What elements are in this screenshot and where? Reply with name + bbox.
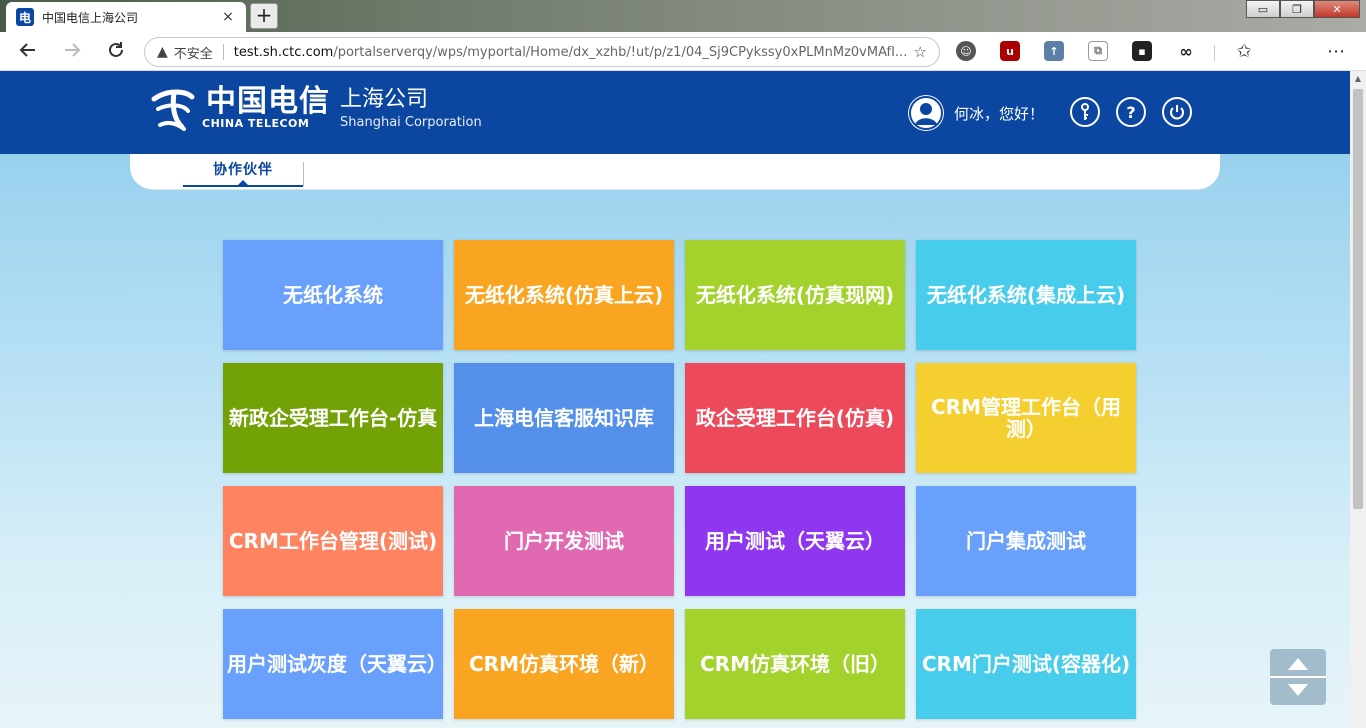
china-telecom-mark-icon — [148, 85, 198, 135]
url-host: test.sh.ctc.com — [233, 44, 334, 60]
browser-toolbar: ▲ 不安全 test.sh.ctc.com/portalserverqy/wps… — [0, 32, 1366, 71]
help-icon[interactable]: ? — [1116, 97, 1146, 127]
logo-text: 中国电信 CHINA TELECOM — [198, 84, 330, 131]
company-chinese: 上海公司 — [340, 87, 429, 112]
app-tile[interactable]: CRM管理工作台（用测） — [916, 363, 1136, 473]
scroll-widget — [1270, 649, 1326, 705]
face-extension-icon[interactable]: ☺ — [956, 41, 976, 61]
scrollbar-thumb[interactable] — [1353, 89, 1363, 509]
company-english: Shanghai Corporation — [340, 115, 482, 130]
back-arrow-icon[interactable] — [16, 40, 40, 64]
app-tile[interactable]: 门户集成测试 — [916, 486, 1136, 596]
upload-icon[interactable]: ↑ — [1044, 41, 1064, 61]
restore-button[interactable]: ❐ — [1280, 0, 1314, 18]
china-telecom-favicon-icon: 电 — [16, 8, 34, 26]
url-path: /portalserverqy/wps/myportal/Home/dx_xzh… — [333, 44, 908, 60]
app-tile[interactable]: CRM仿真环境（旧） — [685, 609, 905, 719]
key-icon[interactable] — [1070, 97, 1100, 127]
favorites-icon[interactable]: ✩ — [1232, 40, 1256, 64]
omnibox-divider — [222, 44, 224, 60]
window-controls: ▭ ❐ ✕ — [1246, 0, 1360, 18]
active-tab-caret-icon — [238, 180, 248, 185]
app-tile[interactable]: 上海电信客服知识库 — [454, 363, 674, 473]
tab-title: 中国电信上海公司 — [42, 10, 139, 25]
nav-divider — [303, 162, 304, 186]
app-tile[interactable]: CRM工作台管理(测试) — [223, 486, 443, 596]
logo-english: CHINA TELECOM — [202, 117, 310, 130]
page-scrollbar[interactable]: ▲ — [1350, 71, 1366, 728]
power-icon[interactable] — [1162, 97, 1192, 127]
minimize-button[interactable]: ▭ — [1246, 0, 1280, 18]
app-tile[interactable]: 门户开发测试 — [454, 486, 674, 596]
app-tile[interactable]: 用户测试灰度（天翼云） — [223, 609, 447, 719]
app-tile[interactable]: 政企受理工作台(仿真) — [685, 363, 905, 473]
scroll-down-icon[interactable] — [1288, 684, 1308, 696]
china-telecom-logo[interactable]: 中国电信 CHINA TELECOM 上海公司 Shanghai Corpora… — [148, 85, 482, 135]
app-tile[interactable]: CRM门户测试(容器化) — [916, 609, 1136, 719]
reload-icon[interactable] — [104, 40, 128, 64]
close-tab-icon[interactable]: × — [220, 9, 236, 25]
browser-tab[interactable]: 电 中国电信上海公司 × — [6, 2, 246, 32]
page-viewport: 中国电信 CHINA TELECOM 上海公司 Shanghai Corpora… — [0, 71, 1350, 728]
app-tile[interactable]: 无纸化系统(仿真现网) — [685, 240, 905, 350]
user-greeting: 何冰，您好！ — [954, 104, 1045, 123]
new-tab-button[interactable]: + — [250, 3, 278, 29]
app-tile[interactable]: 无纸化系统(仿真上云) — [454, 240, 674, 350]
warning-icon: ▲ — [157, 44, 168, 60]
address-bar[interactable]: ▲ 不安全 test.sh.ctc.com/portalserverqy/wps… — [144, 37, 940, 67]
app-tile[interactable]: 用户测试（天翼云） — [685, 486, 905, 596]
scroll-widget-divider — [1270, 676, 1326, 678]
nav-bar: 协作伙伴 — [130, 154, 1220, 189]
logo-chinese: 中国电信 — [206, 84, 330, 119]
add-favorite-icon[interactable]: ☆ — [914, 43, 927, 61]
app-tile[interactable]: 新政企受理工作台-仿真 — [223, 363, 443, 473]
app-tile[interactable]: CRM仿真环境（新） — [454, 609, 674, 719]
copy-icon[interactable]: ⧉ — [1088, 41, 1108, 61]
user-info: 何冰，您好！ — [908, 95, 1044, 131]
tab-icon[interactable]: ▪ — [1132, 41, 1152, 61]
avatar-icon[interactable] — [908, 95, 944, 131]
url-text[interactable]: test.sh.ctc.com/portalserverqy/wps/mypor… — [234, 45, 914, 60]
infinity-icon[interactable]: ∞ — [1176, 41, 1196, 61]
more-menu-icon[interactable]: ⋯ — [1324, 40, 1348, 64]
company-name: 上海公司 Shanghai Corporation — [340, 85, 482, 130]
app-tile[interactable]: 无纸化系统(集成上云) — [916, 240, 1136, 350]
app-tile[interactable]: 无纸化系统 — [223, 240, 443, 350]
portal-header: 中国电信 CHINA TELECOM 上海公司 Shanghai Corpora… — [0, 71, 1350, 154]
scroll-up-icon[interactable] — [1288, 658, 1308, 670]
forward-arrow-icon[interactable] — [60, 40, 84, 64]
security-status: 不安全 — [173, 46, 213, 62]
browser-tab-strip: 电 中国电信上海公司 × + ▭ ❐ ✕ — [0, 0, 1366, 32]
toolbar-divider — [1214, 45, 1215, 61]
close-window-button[interactable]: ✕ — [1314, 0, 1360, 18]
scrollbar-up-icon[interactable]: ▲ — [1350, 71, 1366, 87]
ublock-icon[interactable]: u — [1000, 41, 1020, 61]
